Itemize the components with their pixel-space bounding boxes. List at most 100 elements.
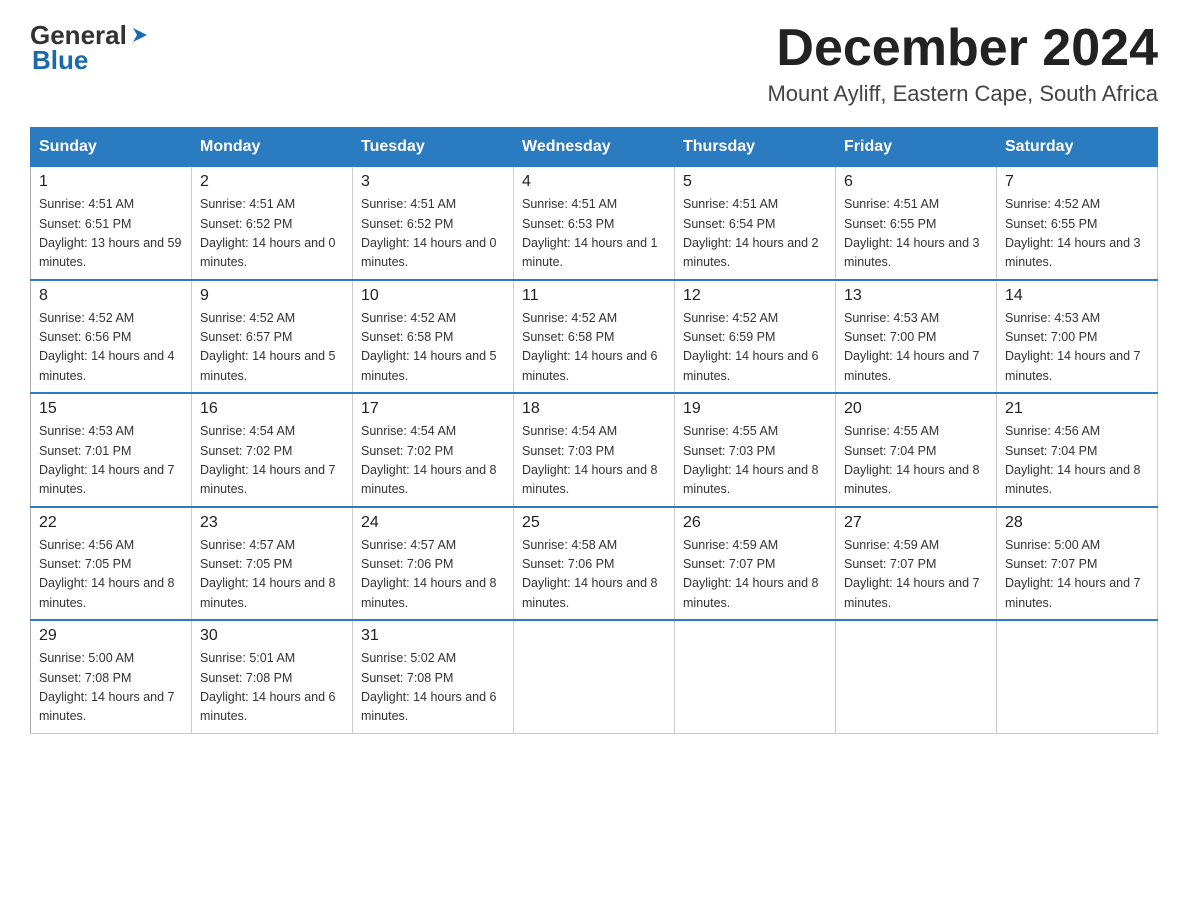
day-number: 5 — [683, 173, 827, 191]
day-number: 2 — [200, 173, 344, 191]
calendar-cell: 3 Sunrise: 4:51 AMSunset: 6:52 PMDayligh… — [353, 167, 514, 280]
calendar-week-row: 15 Sunrise: 4:53 AMSunset: 7:01 PMDaylig… — [31, 393, 1158, 507]
day-info: Sunrise: 4:52 AMSunset: 6:58 PMDaylight:… — [522, 309, 666, 387]
day-info: Sunrise: 4:52 AMSunset: 6:58 PMDaylight:… — [361, 309, 505, 387]
calendar-cell: 13 Sunrise: 4:53 AMSunset: 7:00 PMDaylig… — [836, 280, 997, 394]
calendar-cell: 23 Sunrise: 4:57 AMSunset: 7:05 PMDaylig… — [192, 507, 353, 621]
day-number: 15 — [39, 400, 183, 418]
weekday-header-saturday: Saturday — [997, 128, 1158, 167]
day-number: 13 — [844, 287, 988, 305]
day-number: 6 — [844, 173, 988, 191]
day-info: Sunrise: 4:56 AMSunset: 7:04 PMDaylight:… — [1005, 422, 1149, 500]
day-info: Sunrise: 4:51 AMSunset: 6:54 PMDaylight:… — [683, 195, 827, 273]
day-info: Sunrise: 5:01 AMSunset: 7:08 PMDaylight:… — [200, 649, 344, 727]
day-info: Sunrise: 4:53 AMSunset: 7:00 PMDaylight:… — [1005, 309, 1149, 387]
day-number: 24 — [361, 514, 505, 532]
day-number: 16 — [200, 400, 344, 418]
calendar-cell: 2 Sunrise: 4:51 AMSunset: 6:52 PMDayligh… — [192, 167, 353, 280]
day-info: Sunrise: 5:00 AMSunset: 7:08 PMDaylight:… — [39, 649, 183, 727]
day-info: Sunrise: 4:51 AMSunset: 6:55 PMDaylight:… — [844, 195, 988, 273]
calendar-cell: 28 Sunrise: 5:00 AMSunset: 7:07 PMDaylig… — [997, 507, 1158, 621]
calendar-cell: 6 Sunrise: 4:51 AMSunset: 6:55 PMDayligh… — [836, 167, 997, 280]
weekday-header-sunday: Sunday — [31, 128, 192, 167]
calendar-cell: 4 Sunrise: 4:51 AMSunset: 6:53 PMDayligh… — [514, 167, 675, 280]
day-info: Sunrise: 4:52 AMSunset: 6:59 PMDaylight:… — [683, 309, 827, 387]
calendar-cell — [514, 620, 675, 733]
calendar-cell: 19 Sunrise: 4:55 AMSunset: 7:03 PMDaylig… — [675, 393, 836, 507]
calendar-cell: 22 Sunrise: 4:56 AMSunset: 7:05 PMDaylig… — [31, 507, 192, 621]
day-number: 19 — [683, 400, 827, 418]
calendar-cell: 1 Sunrise: 4:51 AMSunset: 6:51 PMDayligh… — [31, 167, 192, 280]
day-info: Sunrise: 4:59 AMSunset: 7:07 PMDaylight:… — [844, 536, 988, 614]
calendar-cell: 26 Sunrise: 4:59 AMSunset: 7:07 PMDaylig… — [675, 507, 836, 621]
day-number: 14 — [1005, 287, 1149, 305]
title-block: December 2024 Mount Ayliff, Eastern Cape… — [767, 20, 1158, 107]
calendar-cell — [675, 620, 836, 733]
weekday-header-monday: Monday — [192, 128, 353, 167]
day-info: Sunrise: 4:52 AMSunset: 6:55 PMDaylight:… — [1005, 195, 1149, 273]
calendar-week-row: 8 Sunrise: 4:52 AMSunset: 6:56 PMDayligh… — [31, 280, 1158, 394]
day-info: Sunrise: 4:53 AMSunset: 7:00 PMDaylight:… — [844, 309, 988, 387]
day-number: 22 — [39, 514, 183, 532]
weekday-header-tuesday: Tuesday — [353, 128, 514, 167]
day-info: Sunrise: 4:51 AMSunset: 6:51 PMDaylight:… — [39, 195, 183, 273]
day-info: Sunrise: 4:52 AMSunset: 6:56 PMDaylight:… — [39, 309, 183, 387]
day-info: Sunrise: 4:52 AMSunset: 6:57 PMDaylight:… — [200, 309, 344, 387]
day-number: 9 — [200, 287, 344, 305]
weekday-header-wednesday: Wednesday — [514, 128, 675, 167]
day-info: Sunrise: 4:54 AMSunset: 7:02 PMDaylight:… — [361, 422, 505, 500]
calendar-cell: 15 Sunrise: 4:53 AMSunset: 7:01 PMDaylig… — [31, 393, 192, 507]
day-info: Sunrise: 4:58 AMSunset: 7:06 PMDaylight:… — [522, 536, 666, 614]
day-number: 11 — [522, 287, 666, 305]
calendar-cell: 9 Sunrise: 4:52 AMSunset: 6:57 PMDayligh… — [192, 280, 353, 394]
calendar-table: SundayMondayTuesdayWednesdayThursdayFrid… — [30, 127, 1158, 734]
calendar-cell: 11 Sunrise: 4:52 AMSunset: 6:58 PMDaylig… — [514, 280, 675, 394]
day-info: Sunrise: 4:57 AMSunset: 7:05 PMDaylight:… — [200, 536, 344, 614]
day-number: 1 — [39, 173, 183, 191]
day-info: Sunrise: 4:51 AMSunset: 6:53 PMDaylight:… — [522, 195, 666, 273]
calendar-cell: 30 Sunrise: 5:01 AMSunset: 7:08 PMDaylig… — [192, 620, 353, 733]
calendar-cell: 5 Sunrise: 4:51 AMSunset: 6:54 PMDayligh… — [675, 167, 836, 280]
calendar-cell: 24 Sunrise: 4:57 AMSunset: 7:06 PMDaylig… — [353, 507, 514, 621]
day-number: 30 — [200, 627, 344, 645]
logo-arrow-icon — [129, 24, 151, 51]
calendar-cell: 20 Sunrise: 4:55 AMSunset: 7:04 PMDaylig… — [836, 393, 997, 507]
day-info: Sunrise: 4:55 AMSunset: 7:03 PMDaylight:… — [683, 422, 827, 500]
weekday-header-row: SundayMondayTuesdayWednesdayThursdayFrid… — [31, 128, 1158, 167]
day-info: Sunrise: 4:59 AMSunset: 7:07 PMDaylight:… — [683, 536, 827, 614]
day-info: Sunrise: 4:51 AMSunset: 6:52 PMDaylight:… — [200, 195, 344, 273]
day-number: 4 — [522, 173, 666, 191]
day-number: 10 — [361, 287, 505, 305]
calendar-cell: 25 Sunrise: 4:58 AMSunset: 7:06 PMDaylig… — [514, 507, 675, 621]
day-number: 7 — [1005, 173, 1149, 191]
day-info: Sunrise: 4:54 AMSunset: 7:03 PMDaylight:… — [522, 422, 666, 500]
calendar-cell: 27 Sunrise: 4:59 AMSunset: 7:07 PMDaylig… — [836, 507, 997, 621]
day-info: Sunrise: 4:53 AMSunset: 7:01 PMDaylight:… — [39, 422, 183, 500]
day-number: 3 — [361, 173, 505, 191]
calendar-cell — [997, 620, 1158, 733]
logo: General Blue — [30, 20, 151, 76]
day-info: Sunrise: 4:55 AMSunset: 7:04 PMDaylight:… — [844, 422, 988, 500]
logo-blue-text: Blue — [32, 45, 88, 76]
location-title: Mount Ayliff, Eastern Cape, South Africa — [767, 81, 1158, 107]
calendar-cell: 10 Sunrise: 4:52 AMSunset: 6:58 PMDaylig… — [353, 280, 514, 394]
day-number: 21 — [1005, 400, 1149, 418]
calendar-week-row: 29 Sunrise: 5:00 AMSunset: 7:08 PMDaylig… — [31, 620, 1158, 733]
day-info: Sunrise: 4:51 AMSunset: 6:52 PMDaylight:… — [361, 195, 505, 273]
day-info: Sunrise: 5:02 AMSunset: 7:08 PMDaylight:… — [361, 649, 505, 727]
day-number: 31 — [361, 627, 505, 645]
day-info: Sunrise: 4:57 AMSunset: 7:06 PMDaylight:… — [361, 536, 505, 614]
calendar-cell: 17 Sunrise: 4:54 AMSunset: 7:02 PMDaylig… — [353, 393, 514, 507]
day-info: Sunrise: 5:00 AMSunset: 7:07 PMDaylight:… — [1005, 536, 1149, 614]
calendar-cell: 8 Sunrise: 4:52 AMSunset: 6:56 PMDayligh… — [31, 280, 192, 394]
day-number: 25 — [522, 514, 666, 532]
weekday-header-thursday: Thursday — [675, 128, 836, 167]
calendar-cell: 29 Sunrise: 5:00 AMSunset: 7:08 PMDaylig… — [31, 620, 192, 733]
page-header: General Blue December 2024 Mount Ayliff,… — [30, 20, 1158, 107]
day-number: 8 — [39, 287, 183, 305]
day-number: 28 — [1005, 514, 1149, 532]
weekday-header-friday: Friday — [836, 128, 997, 167]
calendar-cell: 31 Sunrise: 5:02 AMSunset: 7:08 PMDaylig… — [353, 620, 514, 733]
calendar-cell: 16 Sunrise: 4:54 AMSunset: 7:02 PMDaylig… — [192, 393, 353, 507]
day-info: Sunrise: 4:54 AMSunset: 7:02 PMDaylight:… — [200, 422, 344, 500]
